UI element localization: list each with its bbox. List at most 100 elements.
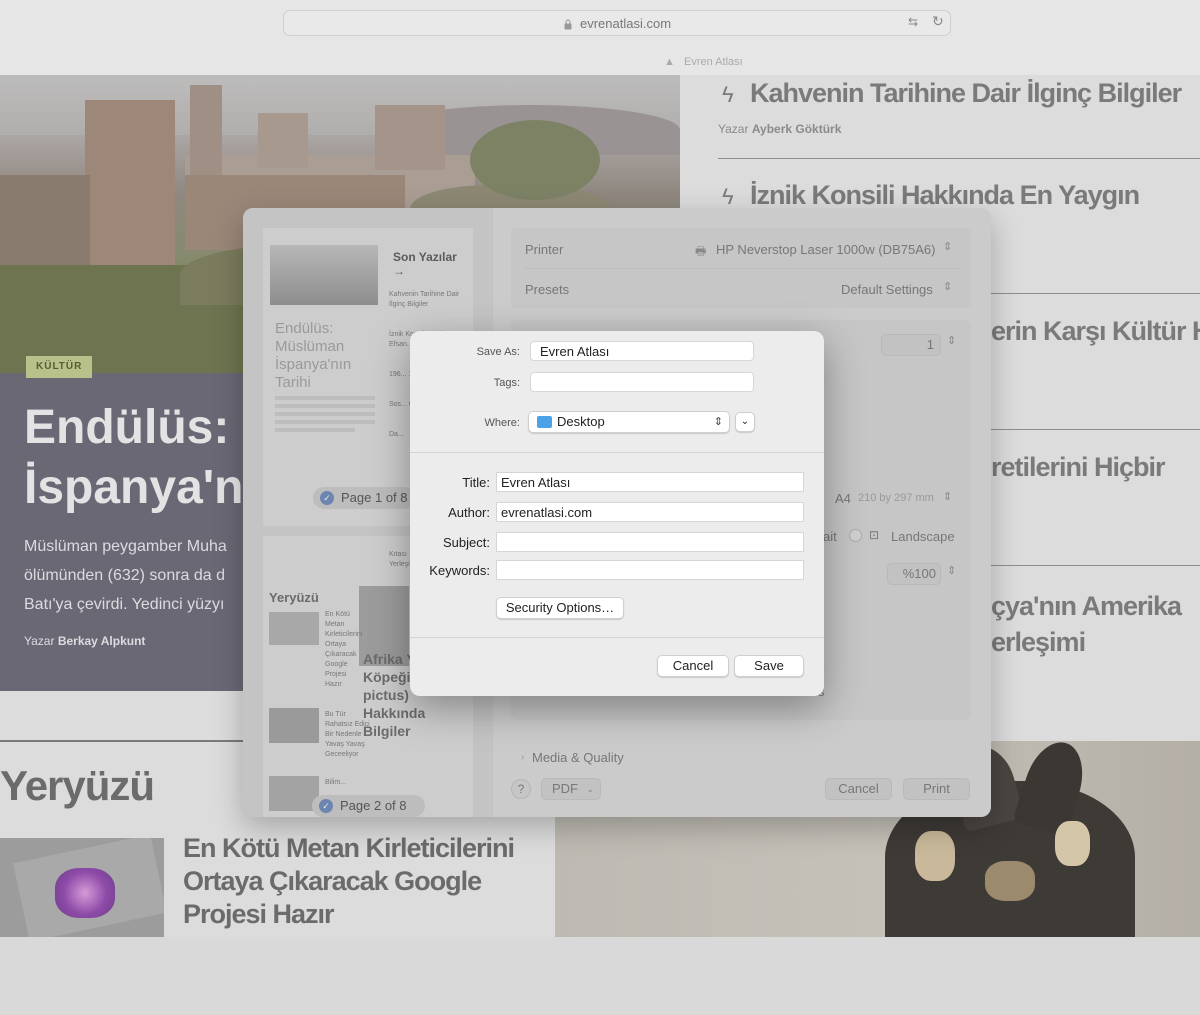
divider xyxy=(718,158,1200,159)
excerpt-line: ölümünden (632) sonra da d xyxy=(24,567,226,584)
divider xyxy=(991,293,1200,294)
help-button[interactable]: ? xyxy=(511,779,531,799)
page-bottom-area xyxy=(0,937,1200,1015)
stepper-icon[interactable]: ⇕ xyxy=(947,334,956,347)
stepper-icon[interactable]: ⇕ xyxy=(943,280,952,293)
page-label: Page 1 of 8 xyxy=(341,490,408,505)
save-as-input[interactable]: Evren Atlası xyxy=(530,341,754,361)
preview-hero-title: Endülüs: Müslüman İspanya'nın Tarihi xyxy=(275,320,352,391)
media-quality-section[interactable]: Media & Quality xyxy=(532,750,624,765)
section-rule xyxy=(0,740,243,742)
section-heading[interactable]: Yeryüzü xyxy=(0,762,155,810)
author-name[interactable]: Ayberk Göktürk xyxy=(752,122,842,136)
article-thumbnail[interactable] xyxy=(0,838,164,937)
paper-dimensions: 210 by 297 mm xyxy=(858,492,934,504)
printer-icon: 🖶 xyxy=(695,244,707,258)
article-title[interactable]: En Kötü Metan Kirleticilerini Ortaya Çık… xyxy=(183,832,543,931)
title-label: Title: xyxy=(462,475,490,490)
stepper-icon[interactable]: ⇕ xyxy=(947,564,956,577)
hero-title-line: Endülüs: İ xyxy=(24,401,254,454)
stepper-icon[interactable]: ⇕ xyxy=(943,240,952,253)
title-line: çya'nın Amerika xyxy=(991,591,1182,621)
page-1-badge[interactable]: ✓ Page 1 of 8 xyxy=(313,487,415,509)
hero-author: Yazar Berkay Alpkunt xyxy=(24,634,145,648)
title-input[interactable]: Evren Atlası xyxy=(496,472,804,492)
author-prefix: Yazar xyxy=(24,634,55,648)
cancel-button[interactable]: Cancel xyxy=(657,655,729,677)
tab-title[interactable]: Evren Atlası xyxy=(684,56,743,68)
preview-section-heading: Son Yazılar → xyxy=(393,250,457,278)
sidebar-article-title[interactable]: çya'nın Amerika erleşimi xyxy=(991,588,1182,660)
subject-label: Subject: xyxy=(443,535,490,550)
stepper-icon[interactable]: ⇕ xyxy=(943,490,952,503)
chevron-right-icon[interactable]: › xyxy=(521,752,524,763)
page-2-badge[interactable]: ✓ Page 2 of 8 xyxy=(312,795,425,817)
folder-icon xyxy=(537,416,552,428)
chevron-down-icon[interactable]: ⌄ xyxy=(735,412,755,432)
address-bar[interactable]: evrenatlasi.com ⇆ ↻ xyxy=(283,10,951,36)
excerpt-line: Müslüman peygamber Muha xyxy=(24,538,227,555)
checkmark-icon: ✓ xyxy=(319,799,333,813)
keywords-input[interactable] xyxy=(496,560,804,580)
reload-icon[interactable]: ↻ xyxy=(932,13,944,30)
author-label: Author: xyxy=(448,505,490,520)
print-cancel-button[interactable]: Cancel xyxy=(825,778,892,800)
site-favicon-icon: ▲ xyxy=(664,56,675,68)
stepper-icon: ⇕ xyxy=(713,416,723,428)
author-name[interactable]: Berkay Alpkunt xyxy=(58,634,146,648)
preview-list-item: En Kötü Metan Kirleticilerini Ortaya Çık… xyxy=(325,611,363,688)
sidebar-article-title[interactable]: erin Karşı Kültür Hip xyxy=(991,316,1200,347)
landscape-label[interactable]: Landscape xyxy=(891,529,955,544)
orientation-portrait-label[interactable]: ait xyxy=(823,529,837,544)
presets-select[interactable]: Default Settings xyxy=(841,282,933,297)
bolt-icon: ϟ xyxy=(722,82,734,107)
tags-input[interactable] xyxy=(530,372,754,392)
category-badge[interactable]: KÜLTÜR xyxy=(26,356,93,378)
landscape-radio[interactable] xyxy=(849,529,862,542)
security-options-button[interactable]: Security Options… xyxy=(496,597,624,619)
landscape-icon: ⊡ xyxy=(869,528,880,542)
copies-field[interactable]: 1 xyxy=(881,334,941,356)
page-label: Page 2 of 8 xyxy=(340,798,407,813)
save-button[interactable]: Save xyxy=(734,655,804,677)
lock-icon xyxy=(564,17,572,30)
sidebar-article-title[interactable]: Kahvenin Tarihine Dair İlginç Bilgiler xyxy=(750,78,1182,109)
paper-size-select[interactable]: A4 xyxy=(835,491,851,506)
browser-toolbar: evrenatlasi.com ⇆ ↻ ▲ Evren Atlası xyxy=(0,0,1200,75)
hero-title[interactable]: Endülüs: İ İspanya'nı xyxy=(24,398,254,518)
printer-label: Printer xyxy=(525,242,564,257)
hero-title-line: İspanya'nı xyxy=(24,461,254,514)
divider xyxy=(991,429,1200,430)
checkmark-icon: ✓ xyxy=(320,491,334,505)
preview-list-item: Bilim... xyxy=(325,779,346,786)
author-prefix: Yazar xyxy=(718,122,749,136)
bolt-icon: ϟ xyxy=(722,184,734,209)
chevron-down-icon: ⌄ xyxy=(586,784,594,794)
divider xyxy=(410,637,824,638)
translate-icon[interactable]: ⇆ xyxy=(908,15,918,29)
where-label: Where: xyxy=(484,417,520,429)
printer-select[interactable]: HP Neverstop Laser 1000w (DB75A6) xyxy=(716,242,935,257)
save-pdf-dialog: Save As: Evren Atlası Tags: Where: Deskt… xyxy=(410,331,824,696)
preview-list-item: Kahvenin Tarihine Dair İlginç Bilgiler xyxy=(389,291,460,308)
author-input[interactable]: evrenatlasi.com xyxy=(496,502,804,522)
sidebar-article-title[interactable]: retilerini Hiçbir xyxy=(991,452,1166,483)
divider xyxy=(525,268,958,269)
divider xyxy=(410,452,824,453)
sidebar-article-author: Yazar Ayberk Göktürk xyxy=(718,122,841,136)
scale-field[interactable]: %100 xyxy=(887,563,941,585)
sidebar-article-title[interactable]: İznik Konsili Hakkında En Yaygın xyxy=(750,180,1140,211)
pdf-label: PDF xyxy=(552,781,578,796)
preview-section-heading: Yeryüzü xyxy=(269,590,319,605)
pdf-menu-button[interactable]: PDF ⌄ xyxy=(541,778,601,800)
where-select[interactable]: Desktop ⇕ xyxy=(528,411,730,433)
print-button[interactable]: Print xyxy=(903,778,970,800)
url-text: evrenatlasi.com xyxy=(580,16,672,31)
hero-excerpt: Müslüman peygamber Muha ölümünden (632) … xyxy=(24,532,243,620)
where-value: Desktop xyxy=(557,414,605,429)
presets-label: Presets xyxy=(525,282,570,297)
title-line: erleşimi xyxy=(991,627,1086,657)
keywords-label: Keywords: xyxy=(429,563,490,578)
excerpt-line: Batı'ya çevirdi. Yedinci yüzyı xyxy=(24,596,225,613)
subject-input[interactable] xyxy=(496,532,804,552)
